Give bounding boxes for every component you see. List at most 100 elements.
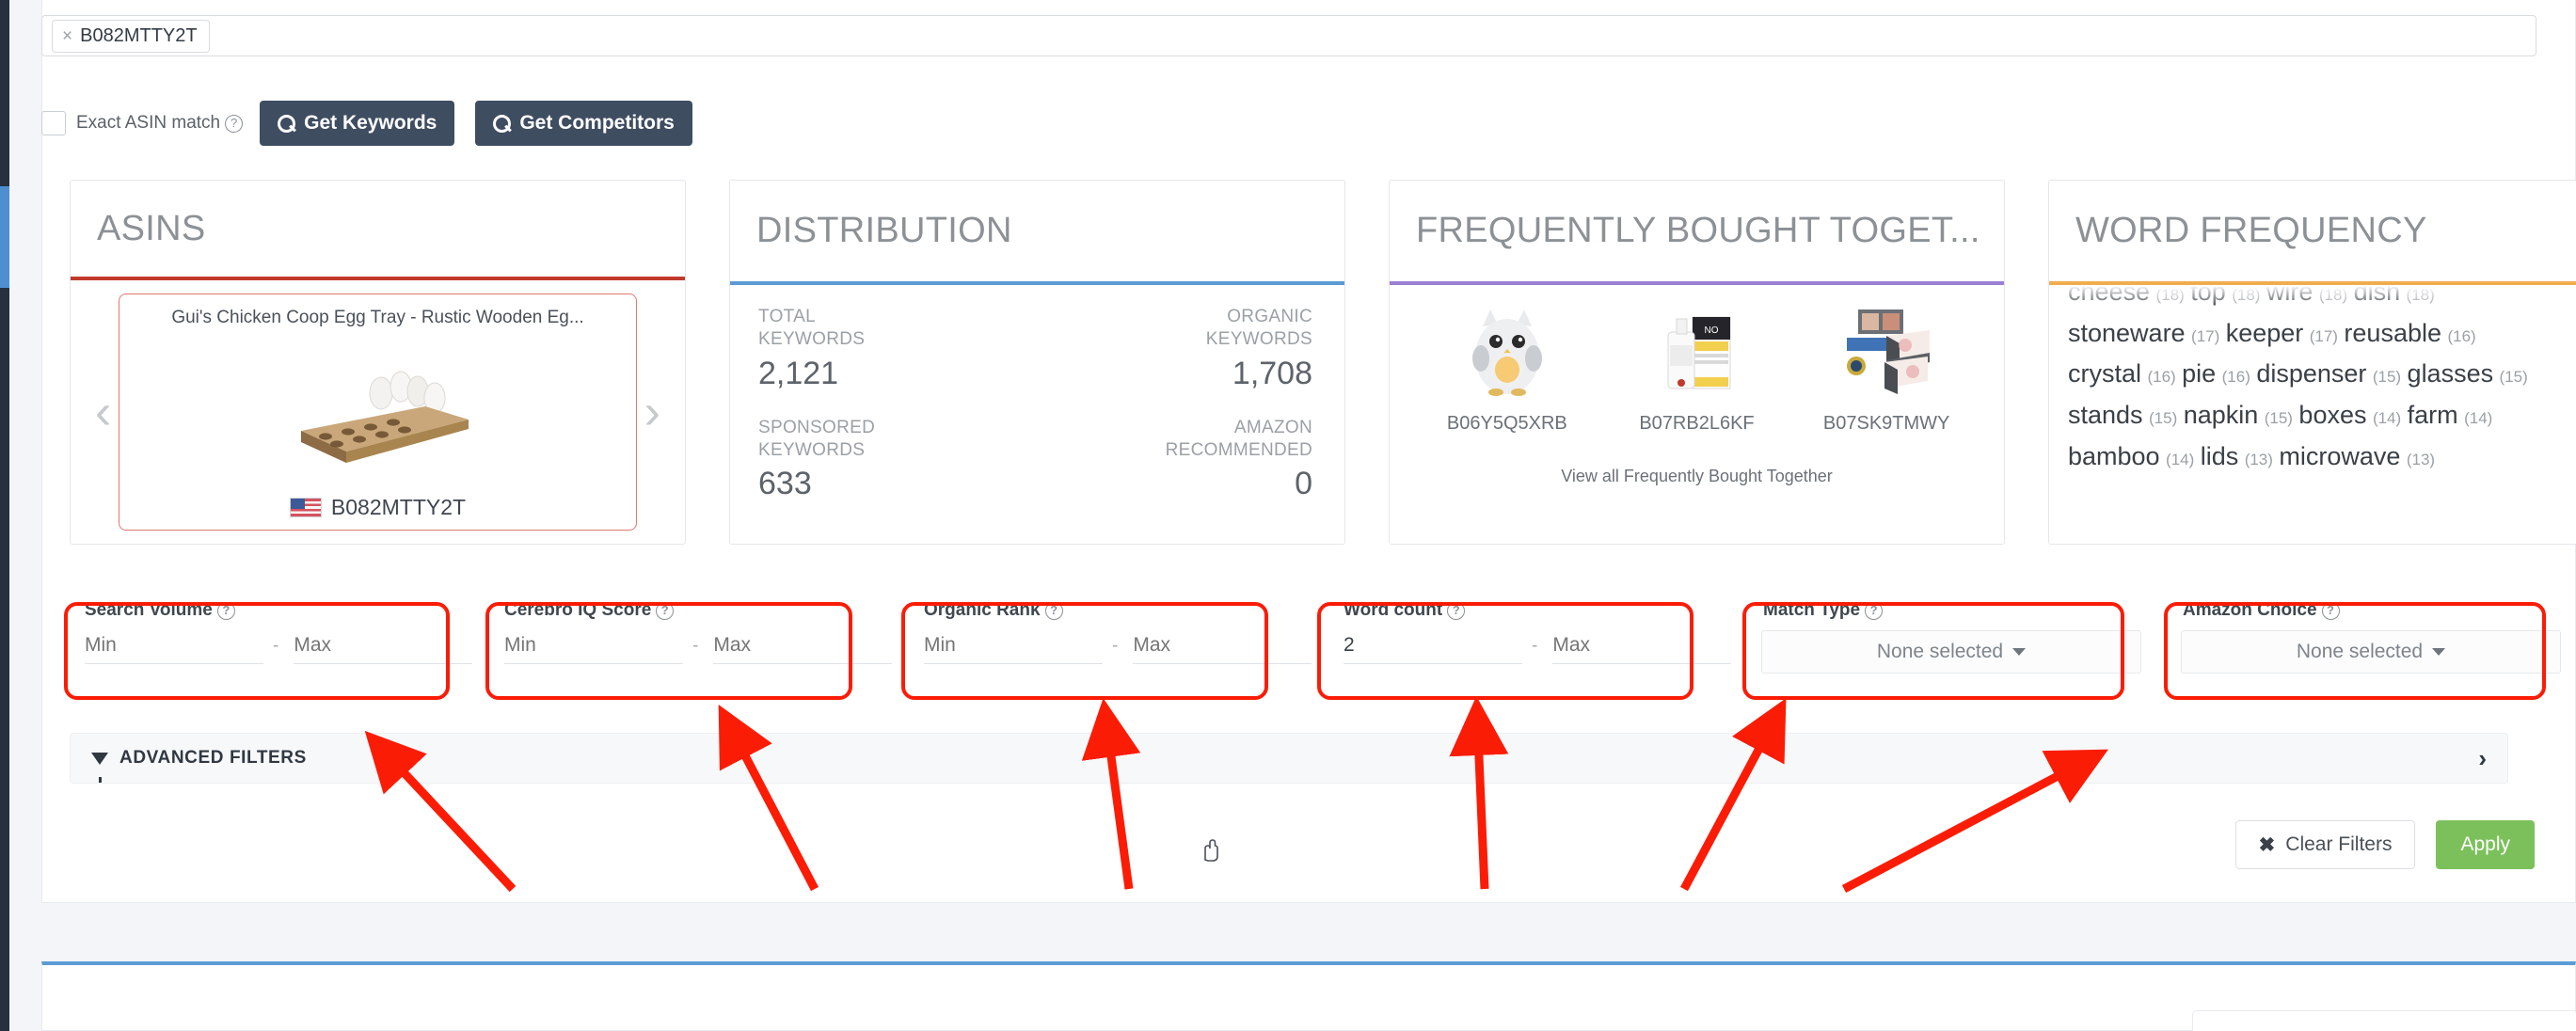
- word-token[interactable]: boxes: [2298, 401, 2366, 429]
- word-count: (14): [2372, 409, 2402, 428]
- match-type-selected-value: None selected: [1876, 641, 2004, 662]
- organic-rank-max-input[interactable]: [1133, 630, 1312, 664]
- asins-widget-body: ‹ Gui's Chicken Coop Egg Tray - Rustic W…: [71, 280, 685, 544]
- filter-label: Cerebro IQ Score?: [504, 600, 899, 621]
- clear-filters-button[interactable]: ✖ Clear Filters: [2234, 820, 2416, 869]
- word-count: (15): [2149, 409, 2178, 428]
- cerebro-iq-max-input[interactable]: [713, 630, 893, 664]
- page-gutter: [9, 0, 41, 1031]
- help-icon[interactable]: ?: [656, 602, 675, 620]
- word-token[interactable]: stands: [2068, 401, 2143, 429]
- advanced-filters-toggle[interactable]: ADVANCED FILTERS ›: [70, 733, 2508, 784]
- us-flag-icon: [289, 498, 322, 517]
- filters-row: Search Volume? - Cerebro IQ Score? - Org…: [70, 600, 2576, 674]
- asins-next-button[interactable]: ›: [643, 388, 662, 436]
- word-token[interactable]: napkin: [2184, 401, 2259, 429]
- chip-remove-icon[interactable]: ×: [62, 27, 72, 45]
- asin-search-input[interactable]: × B082MTTY2T: [41, 15, 2536, 56]
- apply-button[interactable]: Apply: [2436, 820, 2535, 869]
- word-count: (17): [2191, 326, 2220, 345]
- asins-prev-button[interactable]: ‹: [93, 388, 113, 436]
- fbt-product[interactable]: B07SK9TMWY: [1806, 302, 1966, 435]
- word-count: (13): [2244, 450, 2273, 468]
- exact-asin-match-checkbox[interactable]: [41, 111, 66, 135]
- fbt-asin-code: B07SK9TMWY: [1822, 413, 1950, 434]
- word-token[interactable]: glasses: [2408, 359, 2494, 388]
- advanced-filters-label: ADVANCED FILTERS: [119, 748, 307, 768]
- filter-label: Search Volume?: [85, 600, 480, 621]
- asin-card[interactable]: Gui's Chicken Coop Egg Tray - Rustic Woo…: [119, 293, 637, 531]
- chevron-right-icon[interactable]: ›: [2478, 746, 2487, 770]
- word-token[interactable]: microwave: [2279, 442, 2400, 470]
- stat-label-line2: KEYWORDS: [758, 329, 866, 350]
- word-token[interactable]: farm: [2408, 401, 2458, 429]
- help-icon[interactable]: ?: [216, 602, 235, 620]
- search-volume-max-input[interactable]: [294, 630, 473, 664]
- help-icon[interactable]: ?: [225, 115, 244, 133]
- fbt-asin-code: B06Y5Q5XRB: [1446, 413, 1567, 434]
- asins-widget-title: ASINS: [97, 208, 206, 248]
- word-token[interactable]: lids: [2201, 442, 2239, 470]
- word-token[interactable]: keeper: [2226, 319, 2304, 347]
- asin-code: B082MTTY2T: [330, 495, 467, 519]
- cerebro-iq-min-input[interactable]: [504, 630, 683, 664]
- search-volume-min-input[interactable]: [85, 630, 263, 664]
- stat-label-line2: KEYWORDS: [1205, 329, 1312, 350]
- filter-amazon-choice: Amazon Choice? None selected: [2168, 600, 2576, 674]
- amazon-choice-selected-value: None selected: [2296, 641, 2424, 662]
- left-nav-rail: [0, 0, 9, 1031]
- word-count: (15): [2264, 409, 2293, 428]
- help-icon[interactable]: ?: [1044, 602, 1063, 620]
- distribution-widget-body: TOTAL KEYWORDS 2,121 ORGANIC KEYWORDS 1,70…: [730, 285, 1344, 544]
- exact-asin-match-label: Exact ASIN match?: [76, 113, 244, 134]
- summary-widgets-row: ASINS ‹ Gui's Chicken Coop Egg Tray - Ru…: [70, 180, 2576, 545]
- results-toolbar-box[interactable]: [2192, 1010, 2576, 1031]
- stat-sponsored-keywords: SPONSORED KEYWORDS 633: [758, 417, 1036, 503]
- stat-label-line2: RECOMMENDED: [1165, 439, 1312, 460]
- stat-label-line1: AMAZON: [1233, 417, 1312, 437]
- view-all-fbt-link[interactable]: View all Frequently Bought Together: [1412, 467, 1981, 486]
- svg-text:NO: NO: [1705, 325, 1719, 336]
- word-count: (16): [2447, 326, 2476, 345]
- distribution-widget-title: DISTRIBUTION: [756, 211, 1012, 250]
- stat-value: 2,121: [758, 355, 839, 391]
- fbt-product[interactable]: NO B07RB2L6KF: [1616, 302, 1776, 435]
- stat-value: 0: [1295, 466, 1312, 502]
- filter-organic-rank: Organic Rank? -: [909, 600, 1319, 674]
- help-icon[interactable]: ?: [1865, 602, 1884, 620]
- fbt-product[interactable]: B06Y5Q5XRB: [1427, 302, 1587, 435]
- word-frequency-widget-body[interactable]: cheese (18) top (18) wire (18) dish (18)…: [2049, 285, 2576, 544]
- word-count: (15): [2372, 368, 2402, 387]
- chevron-down-icon: [2012, 648, 2027, 656]
- word-token[interactable]: stoneware: [2068, 319, 2186, 347]
- range-separator: -: [1532, 636, 1538, 656]
- word-count-max-input[interactable]: [1552, 630, 1732, 664]
- amazon-choice-select[interactable]: None selected: [2181, 630, 2561, 674]
- storage-box-thumbnail: [1837, 302, 1935, 400]
- help-icon[interactable]: ?: [2321, 602, 2340, 620]
- word-cloud-row: stands (15) napkin (15) boxes (14) farm …: [2068, 395, 2576, 436]
- word-count: (15): [2499, 368, 2528, 387]
- range-separator: -: [692, 636, 699, 656]
- get-competitors-button[interactable]: Get Competitors: [475, 101, 692, 146]
- word-count-min-input[interactable]: [1344, 630, 1522, 664]
- help-icon[interactable]: ?: [1447, 602, 1466, 620]
- filter-actions: ✖ Clear Filters Apply: [2234, 820, 2535, 869]
- stat-value: 633: [758, 466, 812, 502]
- asin-chip[interactable]: × B082MTTY2T: [52, 19, 210, 53]
- word-token[interactable]: bamboo: [2068, 442, 2160, 470]
- cerebro-page: × B082MTTY2T Exact ASIN match? Get Keywo…: [0, 0, 2576, 1031]
- word-cloud-row: crystal (16) pie (16) dispenser (15) gla…: [2068, 354, 2576, 395]
- get-keywords-button[interactable]: Get Keywords: [260, 101, 455, 146]
- match-type-select[interactable]: None selected: [1761, 630, 2141, 674]
- word-cloud-row: bamboo (14) lids (13) microwave (13): [2068, 436, 2576, 478]
- fbt-asin-code: B07RB2L6KF: [1639, 413, 1755, 434]
- word-token[interactable]: reusable: [2344, 319, 2441, 347]
- stat-amazon-recommended: AMAZON RECOMMENDED 0: [1036, 417, 1312, 503]
- word-token[interactable]: pie: [2182, 359, 2216, 388]
- word-token[interactable]: crystal: [2068, 359, 2141, 388]
- filter-label: Match Type?: [1763, 600, 2158, 621]
- word-token[interactable]: dispenser: [2256, 359, 2366, 388]
- asin-product-title: Gui's Chicken Coop Egg Tray - Rustic Woo…: [171, 308, 584, 327]
- organic-rank-min-input[interactable]: [924, 630, 1103, 664]
